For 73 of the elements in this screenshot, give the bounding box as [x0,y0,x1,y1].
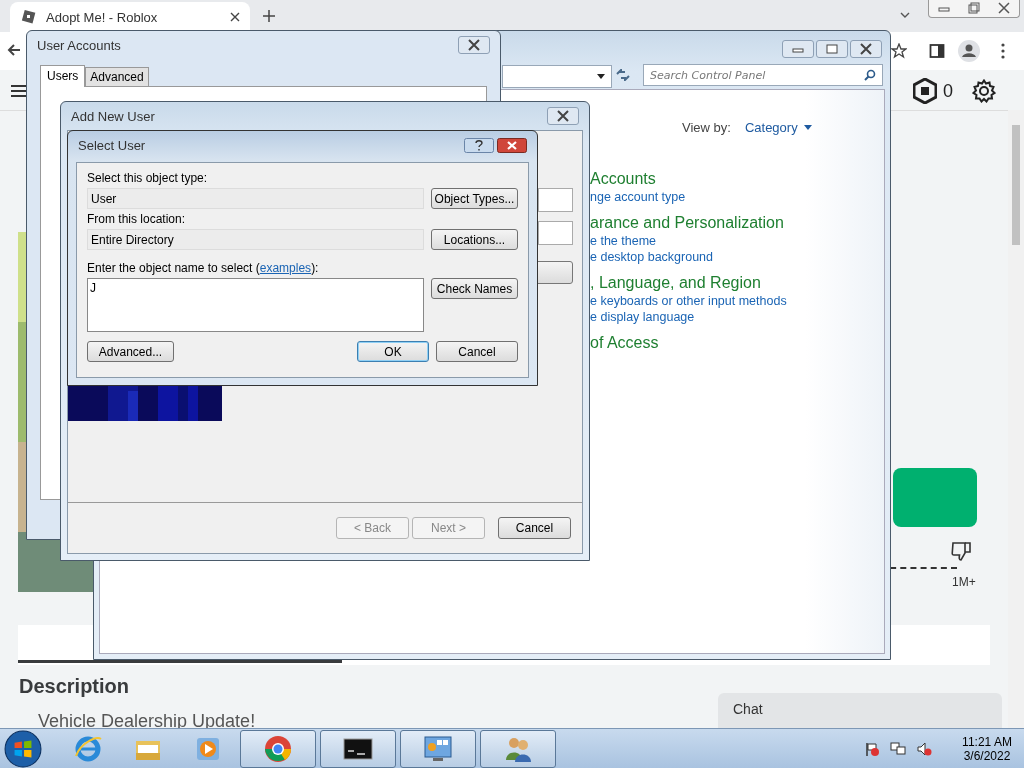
star-icon[interactable] [891,43,907,59]
help-icon[interactable] [464,137,494,153]
chevron-down-icon[interactable] [900,12,910,18]
tab-title: Adopt Me! - Roblox [46,9,159,25]
category-title[interactable]: of Access [590,334,659,352]
browser-tab[interactable]: Adopt Me! - Roblox [10,2,250,32]
wizard-button[interactable]: Cancel [498,517,571,539]
input-field[interactable] [538,221,573,245]
view-by-label: View by: [682,120,731,135]
search-icon[interactable] [864,69,876,81]
plus-icon[interactable] [263,10,275,22]
thumbs-down-icon[interactable] [950,540,972,562]
view-by-dropdown[interactable]: Category [744,120,812,135]
robux-icon[interactable] [913,78,937,104]
close-icon[interactable] [850,40,882,58]
cancel-button[interactable]: Cancel [436,341,518,362]
locations-button[interactable]: Locations... [431,229,518,250]
description-text: Vehicle Dealership Update! [38,711,256,732]
chrome-icon [263,733,293,764]
chat-label: Chat [733,701,763,717]
object-type-label: Select this object type: [87,171,209,185]
category-title[interactable]: arance and Personalization [590,214,784,232]
window-title: Add New User [71,108,156,124]
chat-panel[interactable]: Chat [718,693,1002,728]
input-field[interactable] [538,188,573,212]
tab[interactable]: Users [40,65,86,87]
object-types-button[interactable]: Object Types... [431,188,518,209]
side-panel-icon[interactable] [929,43,945,59]
menu-icon[interactable] [11,84,27,98]
back-arrow-icon[interactable] [6,42,22,58]
vote-count: 1M+ [952,575,976,589]
close-icon[interactable] [230,12,240,22]
location-label: From this location: [87,212,187,226]
dropdown-arrow-icon[interactable] [803,125,812,130]
check-names-button[interactable]: Check Names [431,278,518,299]
object-type-field: User [87,188,424,209]
tab[interactable]: Advanced [85,67,149,86]
category-link[interactable]: nge account type [590,190,686,204]
scrollbar[interactable] [1008,110,1024,728]
category-link[interactable]: e desktop background [590,250,713,264]
control-panel-icon [423,733,453,764]
speaker-muted-icon[interactable] [916,740,932,757]
avatar-icon[interactable] [958,40,980,62]
roblox-logo-icon [20,9,36,25]
clock-time[interactable]: 11:21 AM [962,734,1012,749]
close-icon[interactable] [497,137,527,153]
ok-button[interactable]: OK [357,341,429,362]
taskbar-app[interactable] [320,729,396,768]
network-icon[interactable] [890,740,906,757]
category-title[interactable]: Accounts [590,170,656,188]
advanced-button[interactable]: Advanced... [87,341,174,362]
category-link[interactable]: e display language [590,310,695,324]
category-link[interactable]: e keyboards or other input methods [590,294,787,308]
location-field: Entire Directory [87,229,424,250]
settings-icon[interactable] [972,79,996,103]
category-link[interactable]: e the theme [590,234,656,248]
menu-icon[interactable] [1001,43,1005,59]
robux-count: 0 [943,81,953,102]
clock-date[interactable]: 3/6/2022 [963,748,1011,763]
start-button[interactable] [4,729,42,768]
object-name-label: Enter the object name to select (examples): [87,261,320,275]
close-icon[interactable] [458,36,490,54]
examples-link[interactable]: examples [259,261,312,275]
flag-icon[interactable] [864,740,880,757]
dropdown-arrow-icon[interactable] [597,74,605,79]
object-name-field[interactable]: J [87,278,424,332]
category-title[interactable]: , Language, and Region [590,274,761,292]
description-heading: Description [19,675,130,698]
search-field[interactable]: Search Control Panel [643,64,883,86]
window-title: User Accounts [37,37,122,53]
window-title: Select User [78,137,147,153]
refresh-icon[interactable] [615,69,631,81]
close-icon[interactable] [547,107,579,125]
